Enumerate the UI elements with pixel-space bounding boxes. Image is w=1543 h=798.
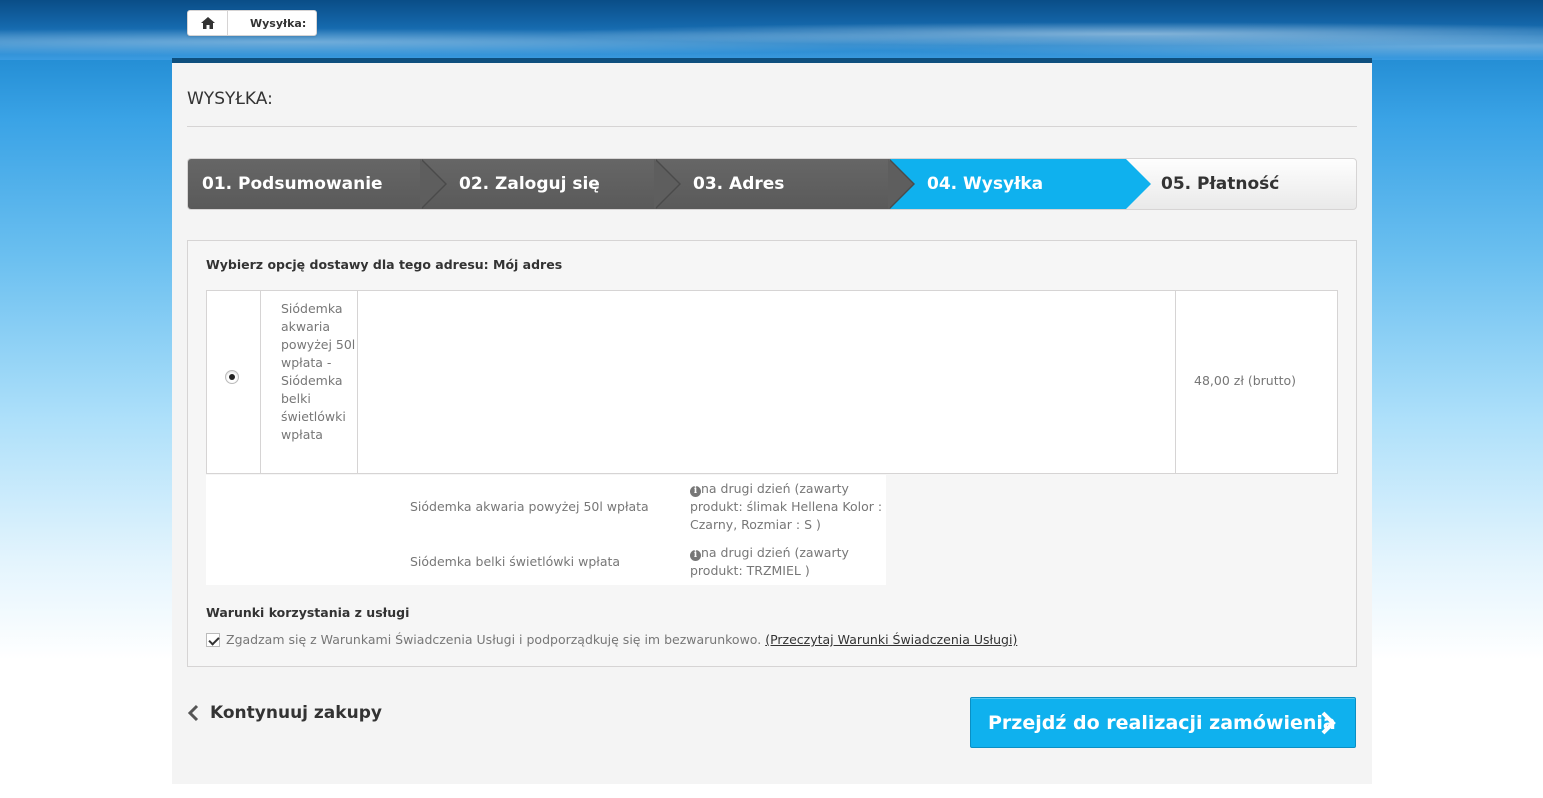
detail-name: Siódemka belki świetlówki wpłata: [410, 554, 621, 569]
step-shipping[interactable]: 04. Wysyłka: [890, 159, 1126, 209]
step-address[interactable]: 03. Adres: [656, 159, 890, 209]
heading-divider: [187, 126, 1357, 127]
carrier-details: Siódemka akwaria powyżej 50l wpłata i na …: [206, 475, 886, 585]
terms-checkbox[interactable]: [206, 632, 220, 647]
carrier-price: 48,00 zł (brutto): [1194, 373, 1297, 388]
carrier-option[interactable]: Siódemka akwaria powyżej 50l wpłata - Si…: [206, 290, 1338, 474]
carrier-name-cell: Siódemka akwaria powyżej 50l wpłata - Si…: [261, 291, 358, 473]
page-title: WYSYŁKA:: [187, 89, 273, 109]
main-container: WYSYŁKA: 01. Podsumowanie 02. Zaloguj si…: [172, 58, 1372, 784]
checkout-steps: 01. Podsumowanie 02. Zaloguj się 03. Adr…: [187, 158, 1357, 210]
step-summary[interactable]: 01. Podsumowanie: [188, 159, 422, 209]
chevron-left-icon: [187, 704, 199, 722]
info-icon: i: [690, 550, 701, 561]
chevron-right-icon: [1321, 711, 1336, 735]
detail-info: i na drugi dzień (zawarty produkt: ślimak…: [690, 481, 883, 532]
continue-shopping-link[interactable]: Kontynuuj zakupy: [187, 703, 382, 723]
step-arrow: [654, 159, 679, 209]
breadcrumb-current: Wysyłka:: [250, 16, 307, 30]
carrier-price-cell: 48,00 zł (brutto): [1176, 291, 1337, 473]
delivery-options: Wybierz opcję dostawy dla tego adresu: M…: [187, 240, 1357, 667]
terms-text: Zgadzam się z Warunkami Świadczenia Usłu…: [226, 632, 762, 647]
carrier-radio-cell: [207, 291, 261, 473]
step-login[interactable]: 02. Zaloguj się: [422, 159, 656, 209]
step-arrow: [1126, 159, 1151, 209]
carrier-name: Siódemka akwaria powyżej 50l wpłata - Si…: [281, 301, 356, 442]
terms-title: Warunki korzystania z usługi: [206, 605, 410, 620]
home-icon: [200, 17, 215, 29]
breadcrumb: Wysyłka:: [187, 10, 318, 36]
terms-agreement: Zgadzam się z Warunkami Świadczenia Usłu…: [206, 632, 1017, 647]
info-icon: i: [690, 486, 701, 497]
breadcrumb-home-link[interactable]: [188, 11, 228, 35]
carrier-logo-cell: [358, 291, 1176, 473]
carrier-radio[interactable]: [225, 370, 239, 384]
delivery-title: Wybierz opcję dostawy dla tego adresu: M…: [206, 257, 563, 272]
detail-name: Siódemka akwaria powyżej 50l wpłata: [410, 499, 649, 514]
step-arrow: [888, 159, 913, 209]
proceed-to-checkout-button[interactable]: Przejdź do realizacji zamówienia: [970, 697, 1356, 748]
step-arrow: [420, 159, 445, 209]
detail-info: i na drugi dzień (zawarty produkt: TRZMIE…: [690, 545, 849, 578]
step-payment: 05. Płatność: [1161, 174, 1280, 194]
terms-link[interactable]: (Przeczytaj Warunki Świadczenia Usługi): [765, 632, 1017, 647]
